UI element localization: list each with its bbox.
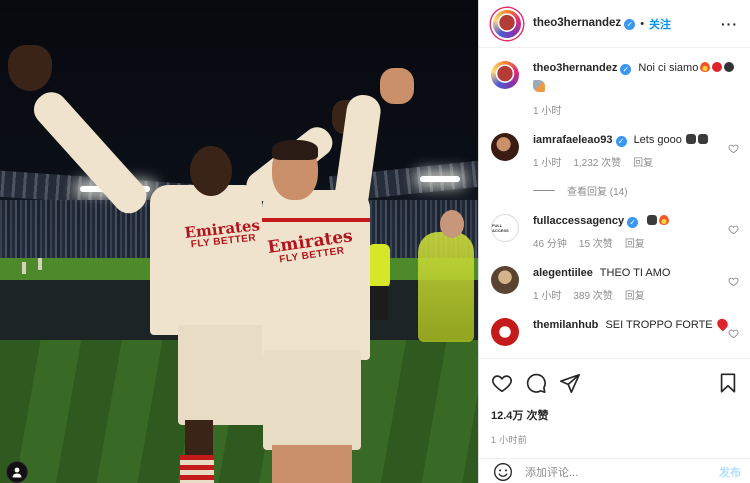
- add-comment-bar: 添加评论... 发布: [479, 458, 750, 483]
- comment-text: Lets gooo: [633, 134, 682, 146]
- player2-shirt: [262, 190, 370, 360]
- comment: iamrafaeleao93 ✓ Lets gooo 1 小时 1,232 次赞 …: [491, 133, 739, 171]
- author-avatar-small[interactable]: [491, 61, 519, 89]
- comment-heart-icon[interactable]: [728, 328, 739, 339]
- distant-player: [38, 258, 42, 270]
- steward-in-vest: [368, 244, 390, 288]
- comment-meta: 46 分钟 15 次赞 回复: [533, 237, 739, 252]
- dot-separator: •: [640, 17, 645, 30]
- more-options-icon[interactable]: ···: [721, 16, 738, 32]
- player2-fist: [380, 68, 414, 104]
- likes-count[interactable]: 12.4万 次赞: [491, 407, 739, 423]
- post-comment-button[interactable]: 发布: [719, 464, 741, 480]
- verified-badge-icon: ✓: [624, 19, 636, 30]
- comment-username[interactable]: iamrafaeleao93 ✓: [533, 134, 627, 147]
- steward-head: [440, 210, 464, 238]
- player1-open-hand: [8, 45, 52, 91]
- commenter-avatar[interactable]: [491, 133, 519, 161]
- post-actions: 12.4万 次赞 1 小时前: [479, 358, 750, 446]
- reply-button[interactable]: 回复: [625, 289, 645, 304]
- steward-legs: [370, 286, 388, 320]
- author-avatar[interactable]: [491, 7, 523, 40]
- comment-time: 46 分钟: [533, 239, 567, 250]
- comment-username[interactable]: fullaccessagency ✓: [533, 215, 639, 228]
- view-replies-button[interactable]: 查看回复 (14): [533, 183, 739, 198]
- commenter-avatar[interactable]: [491, 318, 519, 346]
- reply-button[interactable]: 回复: [633, 156, 653, 171]
- comment-meta: 1 小时 1,232 次赞 回复: [533, 156, 739, 171]
- commenter-avatar[interactable]: [491, 266, 519, 294]
- comment-heart-icon[interactable]: [728, 224, 739, 235]
- comment-text: THEO TI AMO: [599, 267, 671, 279]
- devil-emoji-icon: [647, 215, 658, 225]
- caption-username[interactable]: theo3hernandez ✓: [533, 62, 632, 75]
- comment-heart-icon[interactable]: [728, 143, 739, 154]
- player1-shorts: [178, 325, 266, 425]
- paper-plane-icon[interactable]: [559, 372, 581, 394]
- comment-heart-icon[interactable]: [728, 276, 739, 287]
- comment-text: SEI TROPPO FORTE: [605, 319, 713, 331]
- heart-icon[interactable]: [491, 372, 513, 394]
- comment-likes[interactable]: 389 次赞: [573, 289, 612, 304]
- devil-emoji-icon: [697, 134, 708, 144]
- player1-sock: [180, 455, 214, 483]
- comment-likes[interactable]: 15 次赞: [579, 237, 613, 252]
- comment-username[interactable]: themilanhub: [533, 319, 598, 331]
- distant-player: [22, 262, 26, 274]
- caption-text: Noi ci siamo: [638, 62, 699, 74]
- comment-meta: 1 小时 389 次赞 回复: [533, 289, 739, 304]
- post-timestamp[interactable]: 1 小时前: [491, 433, 739, 446]
- comment: themilanhub SEI TROPPO FORTE: [491, 316, 739, 346]
- verified-badge-icon: ✓: [627, 217, 639, 228]
- player1-shirt: [150, 185, 262, 335]
- comment-username[interactable]: alegentiilee: [533, 267, 593, 279]
- red-circle-emoji-icon: [712, 62, 723, 72]
- post-sidebar: theo3hernandez ✓ • 关注 ··· theo3hernandez ✓…: [478, 0, 750, 483]
- comment: FULL ACCESS fullaccessagency ✓ 46 分钟 15 次…: [491, 214, 739, 252]
- verified-badge-icon: ✓: [615, 136, 627, 147]
- comment-input[interactable]: 添加评论...: [525, 464, 719, 480]
- person-icon: [12, 467, 22, 478]
- fire-emoji-icon: [700, 62, 711, 72]
- rocket-emoji-icon: [533, 80, 545, 92]
- player2-legs: [272, 445, 352, 483]
- shirt-stripe: [262, 218, 370, 222]
- devil-emoji-icon: [685, 134, 696, 144]
- commenter-avatar[interactable]: FULL ACCESS: [491, 214, 519, 242]
- comment-time: 1 小时: [533, 158, 562, 169]
- player1-head: [190, 146, 232, 196]
- player2-hair: [272, 140, 318, 160]
- tagged-users-button[interactable]: [6, 461, 28, 483]
- reply-button[interactable]: 回复: [625, 237, 645, 252]
- fire-emoji-icon: [659, 215, 670, 225]
- caption: theo3hernandez ✓ Noi ci siamo 1 小时: [491, 61, 739, 119]
- author-username[interactable]: theo3hernandez ✓: [533, 17, 636, 30]
- bookmark-icon[interactable]: [717, 372, 739, 394]
- comments-list[interactable]: theo3hernandez ✓ Noi ci siamo 1 小时 iamraf…: [479, 49, 750, 357]
- comment-time: 1 小时: [533, 291, 562, 302]
- comment-icon[interactable]: [525, 372, 547, 394]
- caption-meta: 1 小时: [533, 104, 739, 119]
- steward-raincoat: [418, 232, 474, 342]
- floodlight: [420, 176, 460, 182]
- comment-likes[interactable]: 1,232 次赞: [573, 156, 621, 171]
- smiley-icon[interactable]: [493, 462, 513, 482]
- post-photo[interactable]: Emirates FLY BETTER Emirates FLY BETTER: [0, 0, 478, 483]
- black-circle-emoji-icon: [724, 62, 735, 72]
- caption-time: 1 小时: [533, 106, 562, 117]
- comment: alegentiilee THEO TI AMO 1 小时 389 次赞 回复: [491, 266, 739, 304]
- verified-badge-icon: ✓: [620, 64, 632, 75]
- post-header: theo3hernandez ✓ • 关注 ···: [479, 0, 750, 48]
- follow-button[interactable]: 关注: [649, 16, 671, 32]
- player2-shorts: [263, 350, 361, 450]
